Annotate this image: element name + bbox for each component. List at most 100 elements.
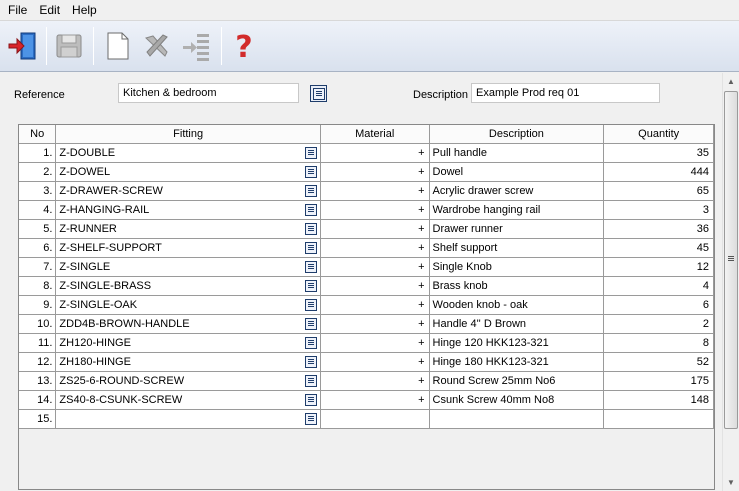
list-icon[interactable] — [304, 203, 317, 216]
quantity-cell[interactable] — [603, 409, 714, 429]
list-icon[interactable] — [304, 184, 317, 197]
fitting-cell[interactable]: Z-SINGLE-OAK — [55, 295, 321, 315]
description-cell[interactable] — [429, 409, 605, 429]
help-button[interactable]: ? — [225, 27, 263, 65]
description-cell[interactable]: Acrylic drawer screw — [429, 181, 605, 201]
description-cell[interactable]: Hinge 180 HKK123-321 — [429, 352, 605, 372]
list-icon[interactable] — [304, 374, 317, 387]
table-row[interactable]: 12. ZH180-HINGE + Hinge 180 HKK123-321 52 — [19, 352, 714, 372]
quantity-cell[interactable]: 6 — [603, 295, 714, 315]
fitting-cell[interactable]: ZH120-HINGE — [55, 333, 321, 353]
quantity-cell[interactable]: 36 — [603, 219, 714, 239]
fitting-cell[interactable]: ZH180-HINGE — [55, 352, 321, 372]
fitting-cell[interactable]: Z-SINGLE — [55, 257, 321, 277]
description-cell[interactable]: Hinge 120 HKK123-321 — [429, 333, 605, 353]
menu-file[interactable]: File — [2, 0, 33, 21]
fitting-cell[interactable]: Z-SINGLE-BRASS — [55, 276, 321, 296]
material-cell[interactable]: + — [320, 200, 430, 220]
fitting-cell[interactable]: Z-DRAWER-SCREW — [55, 181, 321, 201]
vertical-scrollbar[interactable]: ▲ ▼ — [722, 73, 739, 491]
fitting-cell[interactable]: ZS25-6-ROUND-SCREW — [55, 371, 321, 391]
fitting-cell[interactable] — [55, 409, 321, 429]
description-cell[interactable]: Single Knob — [429, 257, 605, 277]
quantity-cell[interactable]: 148 — [603, 390, 714, 410]
scroll-up-icon[interactable]: ▲ — [723, 73, 739, 90]
quantity-cell[interactable]: 35 — [603, 143, 714, 163]
fitting-cell[interactable]: ZS40-8-CSUNK-SCREW — [55, 390, 321, 410]
reference-lookup-button[interactable] — [310, 85, 327, 102]
exit-button[interactable] — [4, 27, 42, 65]
table-row[interactable]: 6. Z-SHELF-SUPPORT + Shelf support 45 — [19, 238, 714, 258]
list-icon[interactable] — [304, 260, 317, 273]
quantity-cell[interactable]: 12 — [603, 257, 714, 277]
quantity-cell[interactable]: 52 — [603, 352, 714, 372]
list-icon[interactable] — [304, 393, 317, 406]
quantity-cell[interactable]: 45 — [603, 238, 714, 258]
list-icon[interactable] — [304, 222, 317, 235]
col-header-description[interactable]: Description — [429, 125, 605, 144]
quantity-cell[interactable]: 3 — [603, 200, 714, 220]
material-cell[interactable]: + — [320, 333, 430, 353]
table-row[interactable]: 4. Z-HANGING-RAIL + Wardrobe hanging rail 3 — [19, 200, 714, 220]
list-icon[interactable] — [304, 336, 317, 349]
table-row[interactable]: 5. Z-RUNNER + Drawer runner 36 — [19, 219, 714, 239]
menu-help[interactable]: Help — [66, 0, 103, 21]
quantity-cell[interactable]: 2 — [603, 314, 714, 334]
description-cell[interactable]: Shelf support — [429, 238, 605, 258]
table-row[interactable]: 10. ZDD4B-BROWN-HANDLE + Handle 4'' D Brown… — [19, 314, 714, 334]
list-icon[interactable] — [304, 146, 317, 159]
list-icon[interactable] — [304, 298, 317, 311]
insert-row-button[interactable] — [178, 27, 216, 65]
table-row[interactable]: 15. — [19, 409, 714, 429]
description-cell[interactable]: Handle 4'' D Brown — [429, 314, 605, 334]
table-row[interactable]: 14. ZS40-8-CSUNK-SCREW + Csunk Screw 40mm N… — [19, 390, 714, 410]
list-icon[interactable] — [304, 355, 317, 368]
material-cell[interactable]: + — [320, 143, 430, 163]
fitting-cell[interactable]: ZDD4B-BROWN-HANDLE — [55, 314, 321, 334]
material-cell[interactable]: + — [320, 238, 430, 258]
quantity-cell[interactable]: 65 — [603, 181, 714, 201]
description-cell[interactable]: Drawer runner — [429, 219, 605, 239]
fitting-cell[interactable]: Z-HANGING-RAIL — [55, 200, 321, 220]
table-row[interactable]: 13. ZS25-6-ROUND-SCREW + Round Screw 25mm N… — [19, 371, 714, 391]
col-header-fitting[interactable]: Fitting — [55, 125, 321, 144]
description-cell[interactable]: Wooden knob - oak — [429, 295, 605, 315]
list-icon[interactable] — [304, 165, 317, 178]
list-icon[interactable] — [304, 241, 317, 254]
list-icon[interactable] — [304, 412, 317, 425]
description-cell[interactable]: Brass knob — [429, 276, 605, 296]
table-row[interactable]: 9. Z-SINGLE-OAK + Wooden knob - oak 6 — [19, 295, 714, 315]
material-cell[interactable] — [320, 409, 430, 429]
description-cell[interactable]: Dowel — [429, 162, 605, 182]
material-cell[interactable]: + — [320, 162, 430, 182]
scrollbar-thumb[interactable] — [724, 91, 738, 429]
save-button[interactable] — [50, 27, 88, 65]
description-cell[interactable]: Round Screw 25mm No6 — [429, 371, 605, 391]
menu-edit[interactable]: Edit — [33, 0, 66, 21]
description-input[interactable]: Example Prod req 01 — [471, 83, 660, 103]
description-cell[interactable]: Csunk Screw 40mm No8 — [429, 390, 605, 410]
fitting-cell[interactable]: Z-SHELF-SUPPORT — [55, 238, 321, 258]
fitting-cell[interactable]: Z-DOUBLE — [55, 143, 321, 163]
material-cell[interactable]: + — [320, 181, 430, 201]
col-header-quantity[interactable]: Quantity — [603, 125, 714, 144]
col-header-no[interactable]: No — [19, 125, 57, 144]
table-row[interactable]: 2. Z-DOWEL + Dowel 444 — [19, 162, 714, 182]
table-row[interactable]: 3. Z-DRAWER-SCREW + Acrylic drawer screw 65 — [19, 181, 714, 201]
delete-button[interactable] — [138, 27, 176, 65]
fitting-cell[interactable]: Z-DOWEL — [55, 162, 321, 182]
material-cell[interactable]: + — [320, 390, 430, 410]
quantity-cell[interactable]: 444 — [603, 162, 714, 182]
list-icon[interactable] — [304, 317, 317, 330]
quantity-cell[interactable]: 175 — [603, 371, 714, 391]
reference-input[interactable]: Kitchen & bedroom — [118, 83, 299, 103]
description-cell[interactable]: Pull handle — [429, 143, 605, 163]
fitting-cell[interactable]: Z-RUNNER — [55, 219, 321, 239]
table-row[interactable]: 8. Z-SINGLE-BRASS + Brass knob 4 — [19, 276, 714, 296]
material-cell[interactable]: + — [320, 295, 430, 315]
material-cell[interactable]: + — [320, 219, 430, 239]
material-cell[interactable]: + — [320, 276, 430, 296]
material-cell[interactable]: + — [320, 352, 430, 372]
material-cell[interactable]: + — [320, 257, 430, 277]
new-document-button[interactable] — [98, 27, 136, 65]
